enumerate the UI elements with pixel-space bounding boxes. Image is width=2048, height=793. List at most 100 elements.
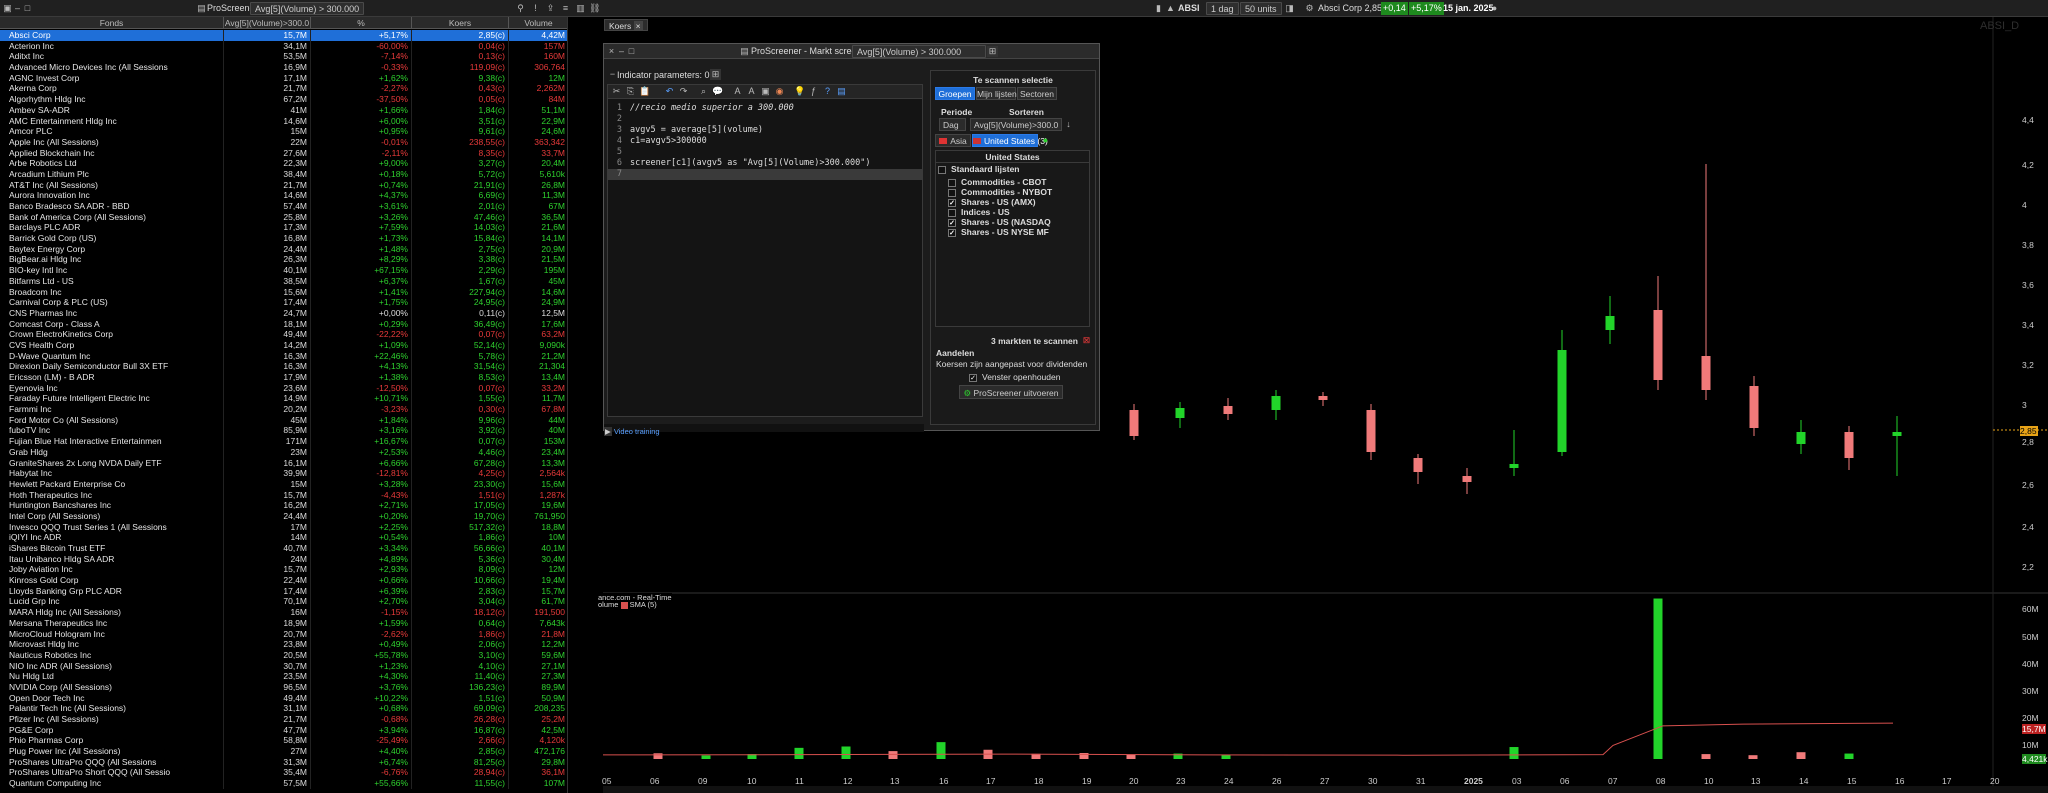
layout-icon[interactable]: ▥ (575, 3, 586, 14)
table-row[interactable]: Akerna Corp 21,7M -2,27% 0,43(c) 2,262M (0, 83, 567, 95)
table-row[interactable]: Comcast Corp - Class A 18,1M +0,29% 36,49(c… (0, 318, 567, 330)
table-row[interactable]: Bitfarms Ltd - US 38,5M +6,37% 1,67(c) 45M (0, 275, 567, 287)
table-row[interactable]: Plug Power Inc (All Sessions) 27M +4,40% 2,… (0, 746, 567, 757)
table-row[interactable]: Absci Corp 15,7M +5,17% 2,85(c) 4,42M (0, 30, 567, 41)
table-row[interactable]: AMC Entertainment Hldg Inc 14,6M +6,00% 3,5… (0, 115, 567, 127)
units-select[interactable]: 50 units (1240, 2, 1282, 15)
table-row[interactable]: Ford Motor Co (All Sessions) 45M +1,84% 9,9… (0, 414, 567, 426)
table-row[interactable]: Direxion Daily Semiconductor Bull 3X ETF… (0, 361, 567, 372)
indicator-params-label[interactable]: Indicator parameters: 0 (617, 69, 710, 82)
table-row[interactable]: Barclays PLC ADR 17,3M +7,59% 14,03(c) 21,6M (0, 222, 567, 234)
table-row[interactable]: Lloyds Banking Grp PLC ADR 17,4M +6,39% 2,8… (0, 585, 567, 597)
table-row[interactable]: Joby Aviation Inc 15,7M +2,93% 8,09(c) 12M (0, 564, 567, 576)
table-row[interactable]: Nu Hldg Ltd 23,5M +4,30% 11,40(c) 27,3M (0, 671, 567, 682)
table-row[interactable]: Acterion Inc 34,1M -60,00% 0,04(c) 157M (0, 40, 567, 52)
sma-legend-label[interactable]: SMA (5) (630, 600, 657, 609)
col-avg-volume[interactable]: Avg[5](Volume)>300.0 (224, 17, 311, 29)
table-row[interactable]: Pfizer Inc (All Sessions) 21,7M -0,68% 26,2… (0, 714, 567, 725)
list-icon[interactable]: ≡ (560, 3, 571, 14)
table-row[interactable]: Arcadium Lithium Plc 38,4M +0,18% 5,72(c) 5,… (0, 168, 567, 180)
table-row[interactable]: D-Wave Quantum Inc 16,3M +22,46% 5,78(c) 21,… (0, 350, 567, 362)
table-row[interactable]: BigBear.ai Hldg Inc 26,3M +8,29% 3,38(c) 21,… (0, 254, 567, 266)
code-line[interactable]: 5 (608, 147, 922, 158)
table-row[interactable]: Amcor PLC 15M +0,95% 9,61(c) 24,6M (0, 126, 567, 137)
table-row[interactable]: Kinross Gold Corp 22,4M +0,66% 10,66(c) 19,4… (0, 575, 567, 586)
table-row[interactable]: MicroCloud Hologram Inc 20,7M -2,62% 1,86(c… (0, 628, 567, 640)
col-fonds[interactable]: Fonds (0, 17, 224, 29)
table-row[interactable]: PG&E Corp 47,7M +3,94% 16,87(c) 42,5M (0, 724, 567, 736)
copy-icon[interactable]: ⎘ (625, 86, 636, 97)
region-add-icon[interactable]: ● (1040, 135, 1051, 146)
table-row[interactable]: Aditxt Inc 53,5M -7,14% 0,13(c) 160M (0, 51, 567, 63)
screener-select[interactable]: Avg[5](Volume) > 300.000 (250, 2, 365, 15)
tab-mijn-lijsten[interactable]: Mijn lijsten (976, 87, 1017, 100)
color-icon[interactable]: ◉ (774, 86, 785, 97)
idea-icon[interactable]: 💡 (794, 86, 805, 97)
table-row[interactable]: fuboTV Inc 85,9M +3,16% 3,92(c) 40M (0, 425, 567, 437)
table-row[interactable]: Bank of America Corp (All Sessions) 25,8M… (0, 211, 567, 223)
code-line[interactable]: 4 c1=avgv5>300000 (608, 136, 922, 147)
code-line[interactable]: 3 avgv5 = average[5](volume) (608, 125, 922, 136)
sort-direction-icon[interactable]: ↓ (1063, 119, 1074, 130)
table-row[interactable]: Grab Hldg 23M +2,53% 4,46(c) 23,4M (0, 446, 567, 458)
table-row[interactable]: Hewlett Packard Enterprise Co 15M +3,28% 23… (0, 478, 567, 490)
sort-select[interactable]: Avg[5](Volume)>300.0 (970, 118, 1062, 131)
table-row[interactable]: Barrick Gold Corp (US) 16,8M +1,73% 15,84(c… (0, 233, 567, 244)
undo-icon[interactable]: ↶ (664, 86, 675, 97)
table-row[interactable]: Apple Inc (All Sessions) 22M -0,01% 238,55(… (0, 136, 567, 148)
code-lines[interactable]: 1 //recio medio superior a 300.000 2 3 avgv5… (608, 103, 922, 180)
code-line[interactable]: 2 (608, 114, 922, 125)
table-row[interactable]: Aurora Innovation Inc 14,6M +4,37% 6,69(c) 1… (0, 190, 567, 201)
function-icon[interactable]: ƒ (808, 86, 819, 97)
table-row[interactable]: BIO-key Intl Inc 40,1M +67,15% 2,29(c) 195M (0, 265, 567, 276)
table-row[interactable]: MARA Hldg Inc (All Sessions) 16M -1,15% 18,… (0, 607, 567, 618)
market-checkbox[interactable]: ✓ (948, 228, 956, 237)
table-row[interactable]: Faraday Future Intelligent Electric Inc 1… (0, 393, 567, 405)
redo-icon[interactable]: ↷ (678, 86, 689, 97)
table-row[interactable]: Phio Pharmas Corp 58,8M -25,49% 2,66(c) 4,12… (0, 735, 567, 747)
table-row[interactable]: Microvast Hldg Inc 23,8M +0,49% 2,06(c) 12,2… (0, 639, 567, 650)
table-row[interactable]: Invesco QQQ Trust Series 1 (All Sessions… (0, 521, 567, 533)
tab-sectoren[interactable]: Sectoren (1017, 87, 1057, 100)
table-row[interactable]: CNS Pharmas Inc 24,7M +0,00% 0,11(c) 12,5M (0, 307, 567, 319)
table-row[interactable]: ProShares UltraPro QQQ (All Sessions 31,3… (0, 756, 567, 768)
region-tab-asia[interactable]: Asia (935, 134, 971, 147)
settings-icon[interactable]: ⚙ (1304, 3, 1315, 14)
code-line[interactable]: 6 screener[c1](avgv5 as "Avg[5](Volume)>3… (608, 158, 922, 169)
table-row[interactable]: Intel Corp (All Sessions) 24,4M +0,20% 19,7… (0, 510, 567, 522)
chart-symbol[interactable]: ABSI (1178, 2, 1200, 15)
indicator-params-icon[interactable]: ⊞ (710, 69, 721, 80)
table-row[interactable]: CVS Health Corp 14,2M +1,09% 52,14(c) 9,090k (0, 339, 567, 351)
image-icon[interactable]: ▣ (760, 86, 771, 97)
table-row[interactable]: Palantir Tech Inc (All Sessions) 31,1M +0,… (0, 703, 567, 714)
table-row[interactable]: Ambev SA-ADR 41M +1,66% 1,84(c) 51,1M (0, 104, 567, 116)
table-row[interactable]: NIO Inc ADR (All Sessions) 30,7M +1,23% 4,1… (0, 660, 567, 672)
table-row[interactable]: AGNC Invest Corp 17,1M +1,62% 9,38(c) 12M (0, 72, 567, 84)
video-training-link[interactable]: ▶ Video training (604, 427, 660, 436)
timeframe-select[interactable]: 1 dag (1206, 2, 1239, 15)
font-increase-icon[interactable]: A (746, 86, 757, 97)
markets-clear-icon[interactable]: ⊠ (1081, 335, 1092, 346)
table-row[interactable]: Eyenovia Inc 23,6M -12,50% 0,07(c) 33,2M (0, 382, 567, 394)
tab-groepen[interactable]: Groepen (935, 87, 975, 100)
link-icon[interactable]: ⛓ (589, 3, 600, 14)
table-row[interactable]: Algorhythm Hldg Inc 67,2M -37,50% 0,05(c) 84… (0, 94, 567, 105)
chart-tab-koers[interactable]: Koers × (604, 19, 648, 31)
table-row[interactable]: Advanced Micro Devices Inc (All Sessions… (0, 62, 567, 73)
help-icon[interactable]: ? (822, 86, 833, 97)
table-row[interactable]: Nauticus Robotics Inc 20,5M +55,78% 3,10(c)… (0, 649, 567, 661)
chart-type-icon[interactable]: ▮ (1153, 3, 1164, 14)
table-row[interactable]: Baytex Energy Corp 24,4M +1,48% 2,75(c) 20,9… (0, 243, 567, 255)
col-koers[interactable]: Koers (412, 17, 509, 29)
table-row[interactable]: NVIDIA Corp (All Sessions) 96,5M +3,76% 136… (0, 681, 567, 693)
table-row[interactable]: Banco Bradesco SA ADR - BBD 57,4M +3,61% 2,… (0, 201, 567, 212)
table-row[interactable]: Open Door Tech Inc 49,4M +10,22% 1,51(c) 50,… (0, 692, 567, 704)
table-row[interactable]: Hoth Therapeutics Inc 15,7M -4,43% 1,51(c) 1… (0, 489, 567, 501)
table-row[interactable]: Habytat Inc 39,9M -12,81% 4,25(c) 2,564k (0, 468, 567, 479)
table-row[interactable]: AT&T Inc (All Sessions) 21,7M +0,74% 21,91(… (0, 179, 567, 191)
group-checkbox[interactable] (938, 165, 946, 174)
maximize-window-icon[interactable]: □ (626, 46, 637, 57)
chart-style-icon[interactable]: ◨ (1284, 3, 1295, 14)
code-editor[interactable]: ✂ ⎘ 📋 ↶ ↷ ⌕ 💬 A A ▣ ◉ 💡 ƒ ? ▤ 1 //recio m… (607, 84, 923, 417)
cut-icon[interactable]: ✂ (611, 86, 622, 97)
